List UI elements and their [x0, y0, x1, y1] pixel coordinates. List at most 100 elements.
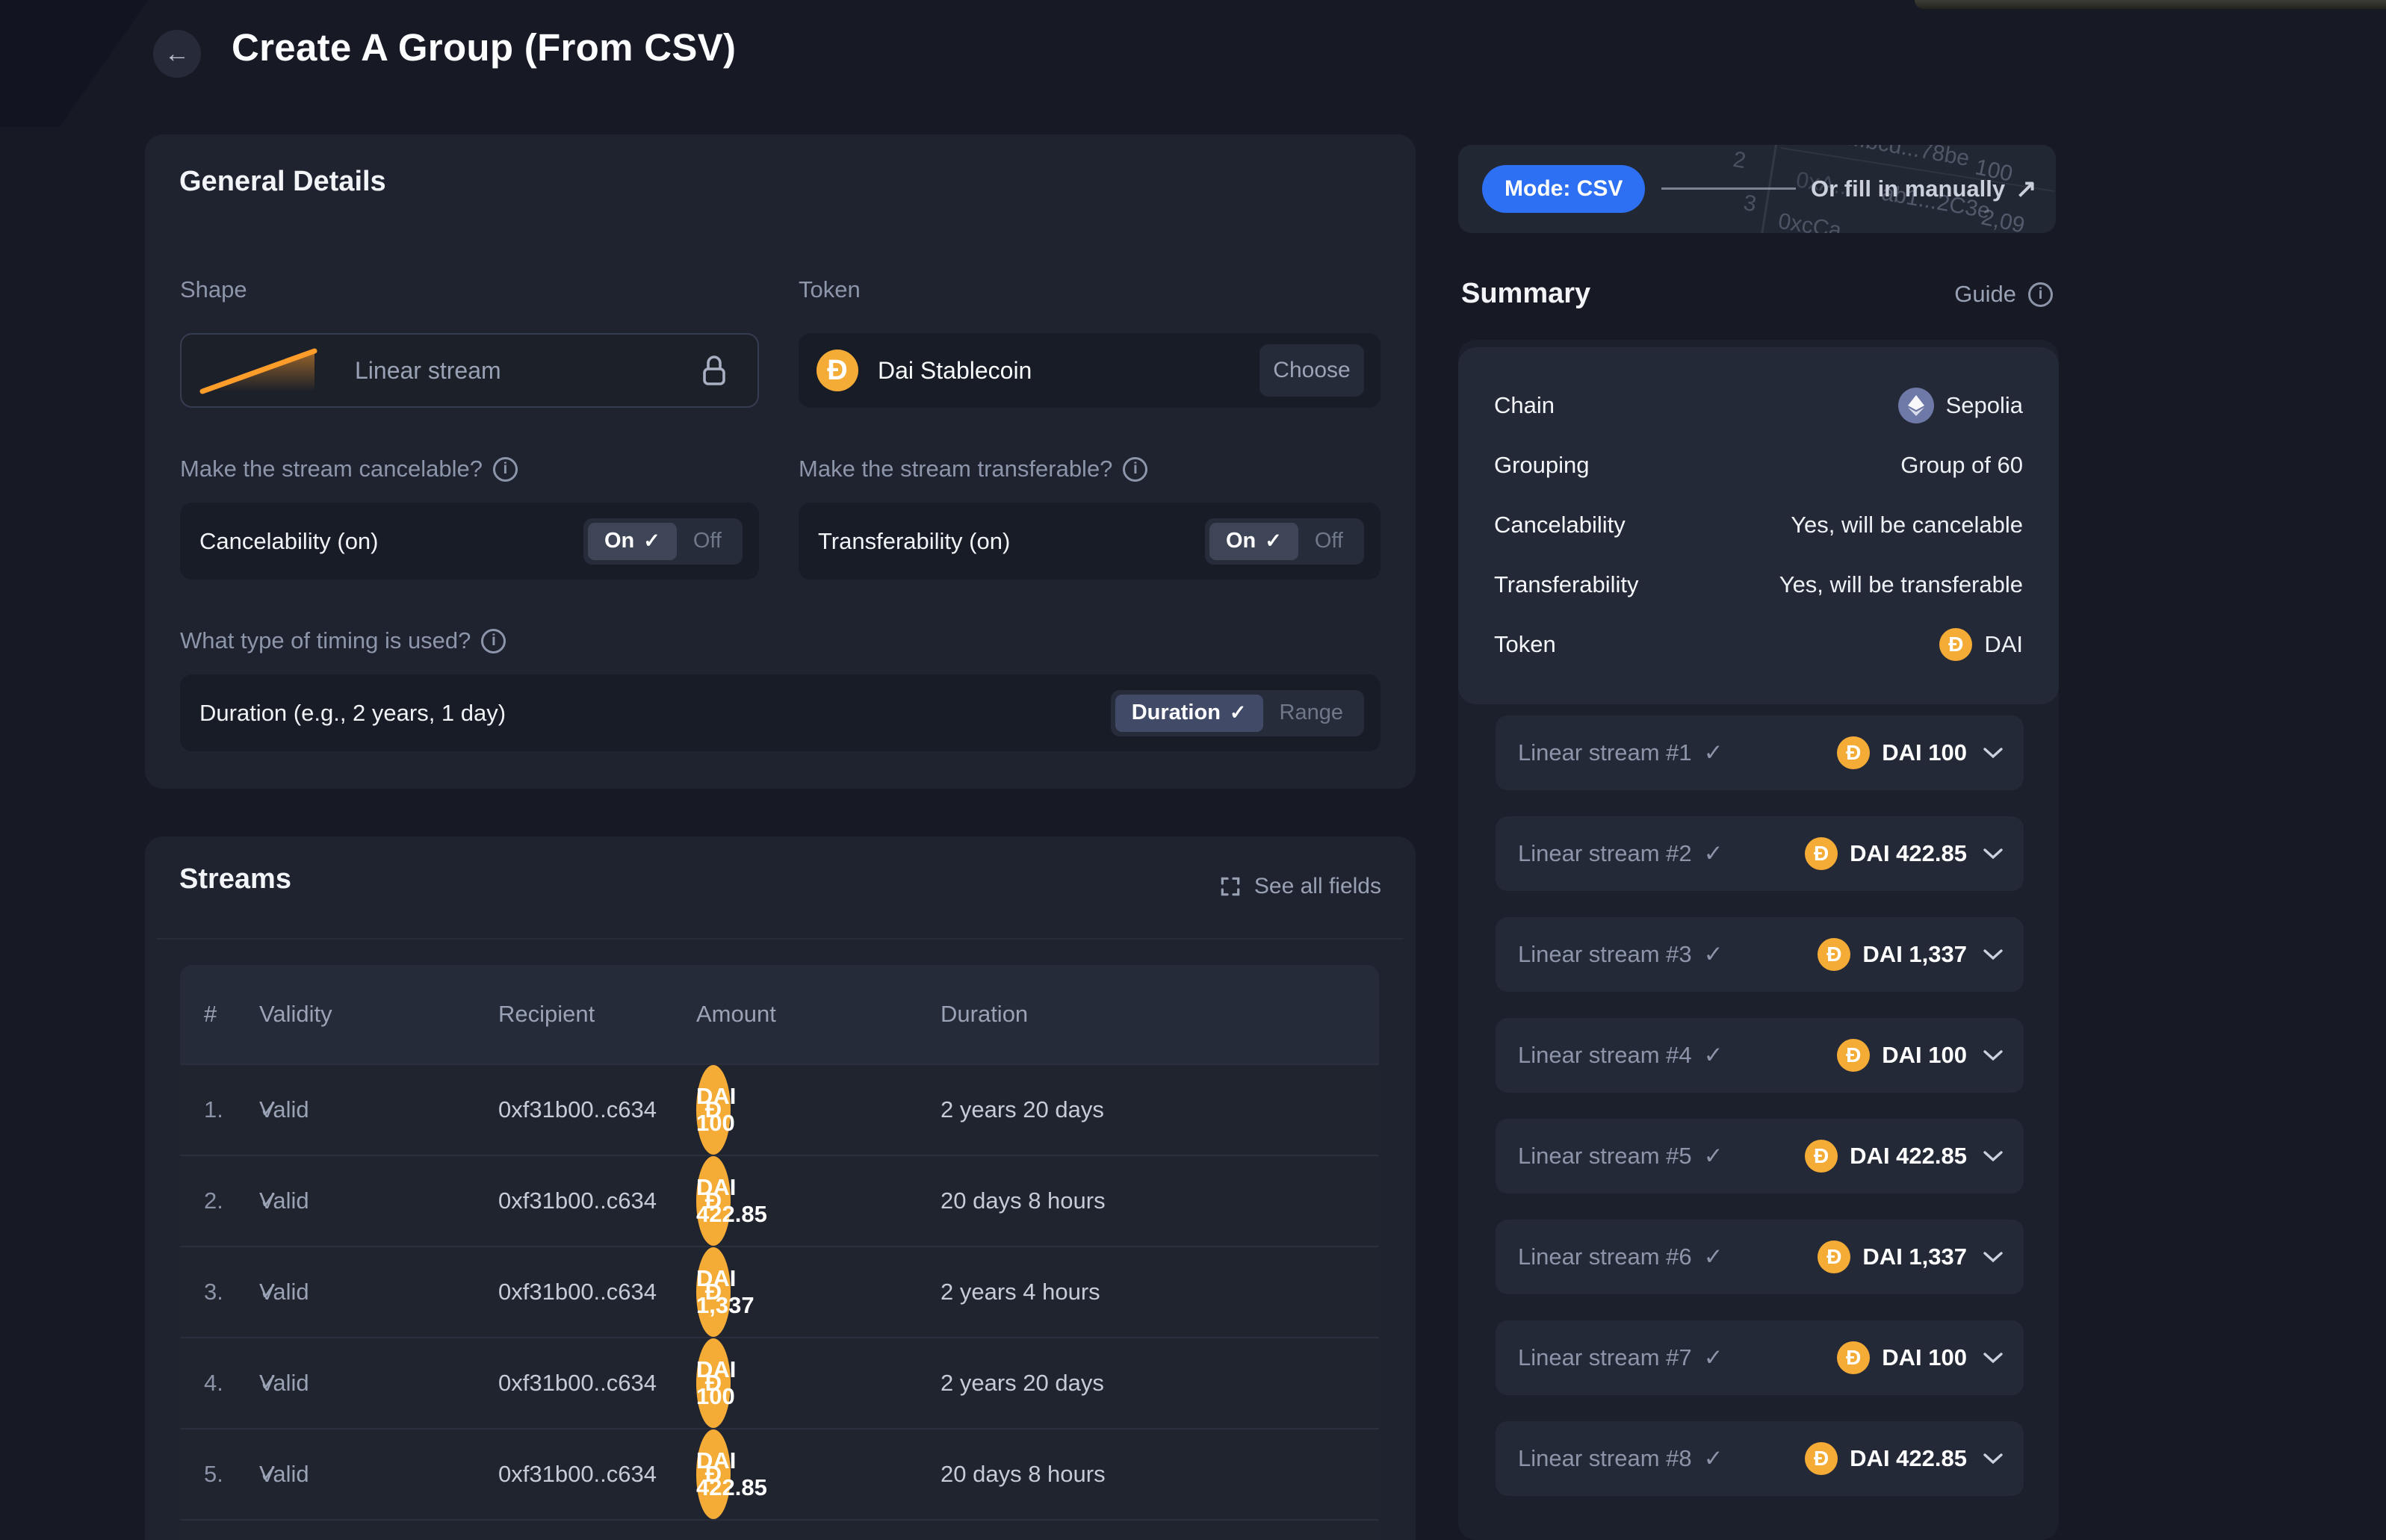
transferability-on-button[interactable]: On ✓ — [1209, 522, 1298, 560]
timing-range-button[interactable]: Range — [1263, 695, 1360, 732]
transferability-field-label: Transferability (on) — [818, 527, 1011, 554]
col-duration: Duration — [941, 1001, 1029, 1027]
check-icon: ✓ — [643, 530, 660, 552]
table-row: 5. Valid ✓ 0xf31b00..c634 Đ DAI 422.85 20 … — [180, 1428, 1379, 1519]
check-icon: ✓ — [1703, 1143, 1723, 1169]
dai-token-icon: Đ — [1837, 1039, 1871, 1072]
stream-item-1[interactable]: Linear stream #1 ✓ Đ DAI 100 — [1496, 715, 2024, 790]
chevron-down-icon — [1982, 948, 2004, 961]
lock-icon — [703, 355, 725, 385]
summary-row-token: Token Đ DAI — [1494, 622, 2023, 667]
general-details-title: General Details — [179, 166, 386, 197]
dai-token-icon: Đ — [1939, 628, 1973, 661]
col-validity: Validity — [259, 1001, 332, 1027]
chevron-down-icon — [1982, 1250, 2004, 1264]
chevron-down-icon — [1982, 1049, 2004, 1062]
stream-item-4[interactable]: Linear stream #4 ✓ Đ DAI 100 — [1496, 1018, 2024, 1093]
stream-item-8[interactable]: Linear stream #8 ✓ Đ DAI 422.85 — [1496, 1421, 2024, 1496]
sepolia-chain-icon — [1897, 388, 1934, 423]
table-row-partial — [180, 1519, 1379, 1540]
table-row: 2. Valid ✓ 0xf31b00..c634 Đ DAI 422.85 20 … — [180, 1155, 1379, 1246]
timing-question: What type of timing is used? — [180, 627, 506, 654]
info-icon[interactable] — [492, 456, 518, 482]
chevron-down-icon — [1982, 1452, 2004, 1465]
back-button[interactable]: ← — [153, 30, 201, 78]
linear-stream-chart-icon — [199, 348, 317, 394]
cancelability-toggle: On ✓ Off — [583, 518, 743, 565]
table-row: 1. Valid ✓ 0xf31b00..c634 Đ DAI 100 2 year… — [180, 1064, 1379, 1155]
dai-token-icon: Đ — [816, 350, 858, 391]
summary-row-transferability: Transferability Yes, will be transferabl… — [1494, 571, 2023, 597]
see-all-fields-button[interactable]: See all fields — [1218, 874, 1381, 899]
ghost-text: 3 — [1741, 190, 1758, 217]
dai-token-icon: Đ — [1805, 837, 1838, 870]
info-icon[interactable] — [481, 628, 506, 653]
col-number: # — [204, 1001, 217, 1027]
check-icon: ✓ — [1265, 530, 1282, 552]
chevron-down-icon — [1982, 1351, 2004, 1364]
shape-field[interactable]: Linear stream — [180, 333, 759, 408]
page-title: Create A Group (From CSV) — [232, 26, 737, 69]
check-icon: ✓ — [1703, 1244, 1723, 1270]
dai-token-icon: Đ — [1805, 1442, 1838, 1475]
back-arrow-icon: ← — [164, 39, 190, 68]
ghost-text: 2 — [1731, 146, 1748, 174]
transferable-question: Make the stream transferable? — [799, 456, 1148, 482]
top-edge-strip — [1915, 0, 2386, 9]
streams-panel: Streams See all fields # Validity Recipi… — [145, 836, 1416, 1540]
dai-token-icon: Đ — [1818, 1241, 1851, 1273]
timing-field-label: Duration (e.g., 2 years, 1 day) — [199, 699, 506, 726]
streams-title: Streams — [179, 863, 291, 895]
check-icon: ✓ — [1229, 701, 1247, 724]
connector-line — [1661, 187, 1796, 190]
token-field: Đ Dai Stablecoin Choose — [799, 333, 1381, 408]
check-icon: ✓ — [259, 1096, 279, 1123]
check-icon: ✓ — [1703, 1344, 1723, 1370]
stream-item-3[interactable]: Linear stream #3 ✓ Đ DAI 1,337 — [1496, 917, 2024, 992]
summary-title: Summary — [1461, 278, 1591, 309]
info-icon[interactable] — [1123, 456, 1148, 482]
general-details-panel: General Details Shape Token Linear strea… — [145, 134, 1416, 789]
stream-item-7[interactable]: Linear stream #7 ✓ Đ DAI 100 — [1496, 1320, 2024, 1395]
cancelability-card: Cancelability (on) On ✓ Off — [180, 503, 759, 580]
divider — [157, 938, 1404, 940]
cancelability-off-button[interactable]: Off — [677, 523, 738, 560]
check-icon: ✓ — [1703, 739, 1723, 766]
timing-toggle: Duration ✓ Range — [1110, 689, 1364, 736]
check-icon: ✓ — [259, 1187, 279, 1214]
expand-icon — [1221, 877, 1240, 896]
shape-label: Shape — [180, 276, 247, 302]
fill-manually-link[interactable]: Or fill in manually ↗ — [1811, 145, 2037, 233]
col-amount: Amount — [696, 1001, 776, 1027]
transferability-off-button[interactable]: Off — [1298, 523, 1360, 560]
summary-row-chain: Chain Sepolia — [1494, 383, 2023, 428]
choose-token-button[interactable]: Choose — [1259, 344, 1364, 397]
cancelable-question: Make the stream cancelable? — [180, 456, 518, 482]
timing-duration-button[interactable]: Duration ✓ — [1115, 694, 1263, 732]
dai-token-icon: Đ — [1837, 736, 1871, 769]
shape-value: Linear stream — [355, 356, 501, 384]
cancelability-on-button[interactable]: On ✓ — [587, 522, 677, 560]
mode-bar: 2 3 ...bcd...78be 100 0xA... ab1...2C3e … — [1458, 145, 2056, 233]
stream-item-2[interactable]: Linear stream #2 ✓ Đ DAI 422.85 — [1496, 816, 2024, 891]
mode-csv-pill[interactable]: Mode: CSV — [1482, 165, 1646, 213]
dai-token-icon: Đ — [1818, 938, 1851, 971]
check-icon: ✓ — [1703, 1042, 1723, 1068]
stream-item-6[interactable]: Linear stream #6 ✓ Đ DAI 1,337 — [1496, 1220, 2024, 1294]
check-icon: ✓ — [1703, 840, 1723, 866]
col-recipient: Recipient — [498, 1001, 595, 1027]
dai-token-icon: Đ — [1805, 1140, 1838, 1173]
transferability-card: Transferability (on) On ✓ Off — [799, 503, 1381, 580]
table-header: # Validity Recipient Amount Duration — [180, 965, 1379, 1064]
chevron-down-icon — [1982, 1149, 2004, 1163]
summary-panel: Chain Sepolia Grouping Group of 60 Cance… — [1458, 340, 2059, 1540]
transferability-toggle: On ✓ Off — [1204, 518, 1364, 565]
stream-item-5[interactable]: Linear stream #5 ✓ Đ DAI 422.85 — [1496, 1119, 2024, 1193]
check-icon: ✓ — [259, 1279, 279, 1305]
summary-row-grouping: Grouping Group of 60 — [1494, 452, 2023, 478]
guide-link[interactable]: Guide — [1954, 281, 2053, 308]
cancelability-field-label: Cancelability (on) — [199, 527, 379, 554]
table-row: 4. Valid ✓ 0xf31b00..c634 Đ DAI 100 2 year… — [180, 1337, 1379, 1428]
table-row: 3. Valid ✓ 0xf31b00..c634 Đ DAI 1,337 2 ye… — [180, 1246, 1379, 1337]
token-value: Dai Stablecoin — [878, 356, 1032, 384]
